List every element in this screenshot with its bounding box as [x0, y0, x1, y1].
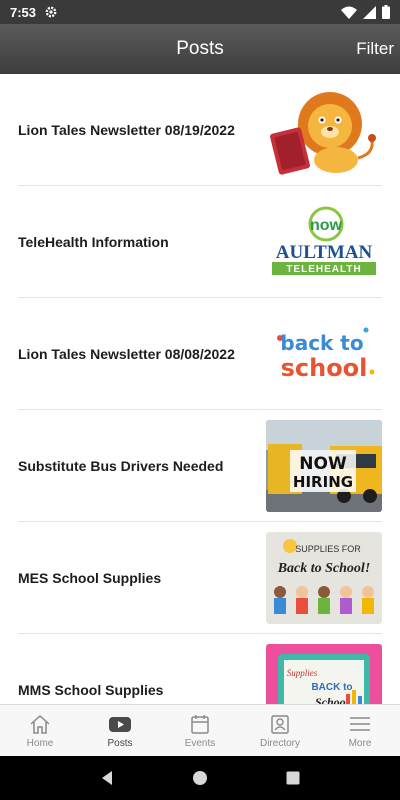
post-title: MMS School Supplies — [18, 681, 164, 698]
post-thumbnail: SUPPLIES FOR Back to School! — [266, 531, 382, 624]
post-thumbnail: now AULTMAN TELEHEALTH — [266, 195, 382, 288]
post-item[interactable]: Substitute Bus Drivers Needed NOW HIRING — [18, 410, 382, 522]
home-icon — [30, 714, 50, 734]
status-bar: 7:53 — [0, 0, 400, 24]
youtube-play-icon — [109, 716, 131, 732]
wifi-icon — [341, 6, 357, 19]
post-title: TeleHealth Information — [18, 233, 169, 250]
post-title: Lion Tales Newsletter 08/19/2022 — [18, 121, 235, 138]
tab-label: Events — [184, 737, 216, 749]
tab-label: Directory — [259, 737, 300, 749]
app-bar: Posts Filter — [0, 24, 400, 74]
post-title: Substitute Bus Drivers Needed — [18, 457, 224, 474]
post-thumbnail: Supplies BACK to School — [266, 643, 382, 705]
supplies-line1-text: SUPPLIES FOR — [295, 544, 361, 554]
post-item[interactable]: MMS School Supplies Supplies BACK to Sch… — [18, 634, 382, 704]
lion-mascot-image — [266, 83, 382, 176]
pink-line2-text: BACK to — [311, 682, 352, 693]
hamburger-icon — [350, 716, 370, 731]
recents-square-icon[interactable] — [285, 770, 301, 786]
tab-label: Posts — [107, 737, 133, 749]
pink-line1-text: Supplies — [287, 668, 318, 678]
cell-signal-icon — [363, 5, 376, 19]
tab-label: More — [348, 737, 372, 749]
post-thumbnail: back to school — [266, 307, 382, 400]
battery-icon — [382, 5, 390, 19]
tab-directory[interactable]: Directory — [240, 705, 320, 756]
post-item[interactable]: Lion Tales Newsletter 08/08/2022 back to… — [18, 298, 382, 410]
bts-line2-text: school — [281, 354, 368, 382]
logo-sub-text: TELEHEALTH — [286, 264, 361, 275]
filter-button[interactable]: Filter — [356, 39, 394, 59]
post-thumbnail: NOW HIRING — [266, 419, 382, 512]
contact-card-icon — [271, 714, 289, 734]
kids-supplies-image: SUPPLIES FOR Back to School! — [266, 531, 382, 624]
bts-line1-text: back to — [280, 331, 363, 355]
hiring-line2-text: HIRING — [293, 473, 353, 491]
status-time: 7:53 — [10, 4, 37, 20]
post-item[interactable]: TeleHealth Information now AULTMAN TELEH… — [18, 186, 382, 298]
post-item[interactable]: MES School Supplies SUPPLIES FOR Back to… — [18, 522, 382, 634]
calendar-icon — [191, 714, 209, 734]
back-to-school-image: back to school — [266, 307, 382, 400]
settings-gear-icon — [45, 6, 57, 18]
tab-home[interactable]: Home — [0, 705, 80, 756]
supplies-line2-text: Back to School! — [277, 561, 371, 576]
pink-supplies-image: Supplies BACK to School — [266, 643, 382, 705]
system-nav-bar — [0, 756, 400, 800]
logo-brand-text: AULTMAN — [276, 242, 373, 263]
tab-more[interactable]: More — [320, 705, 400, 756]
post-title: Lion Tales Newsletter 08/08/2022 — [18, 345, 235, 362]
tab-label: Home — [26, 737, 54, 749]
aultman-telehealth-logo: now AULTMAN TELEHEALTH — [266, 195, 382, 288]
post-item[interactable]: Lion Tales Newsletter 08/19/2022 — [18, 74, 382, 186]
logo-now-text: now — [310, 217, 343, 234]
post-title: MES School Supplies — [18, 569, 162, 586]
page-title: Posts — [176, 38, 224, 59]
back-triangle-icon[interactable] — [99, 770, 115, 786]
tab-posts[interactable]: Posts — [80, 705, 160, 756]
home-circle-icon[interactable] — [192, 770, 208, 786]
post-thumbnail — [266, 83, 382, 176]
tab-events[interactable]: Events — [160, 705, 240, 756]
school-bus-hiring-image: NOW HIRING — [266, 419, 382, 512]
posts-list[interactable]: Lion Tales Newsletter 08/19/2022 TeleHea… — [0, 74, 400, 704]
hiring-line1-text: NOW — [299, 454, 347, 474]
pink-line3-text: School — [315, 695, 350, 705]
bottom-tab-bar: Home Posts Events Directory More — [0, 704, 400, 756]
